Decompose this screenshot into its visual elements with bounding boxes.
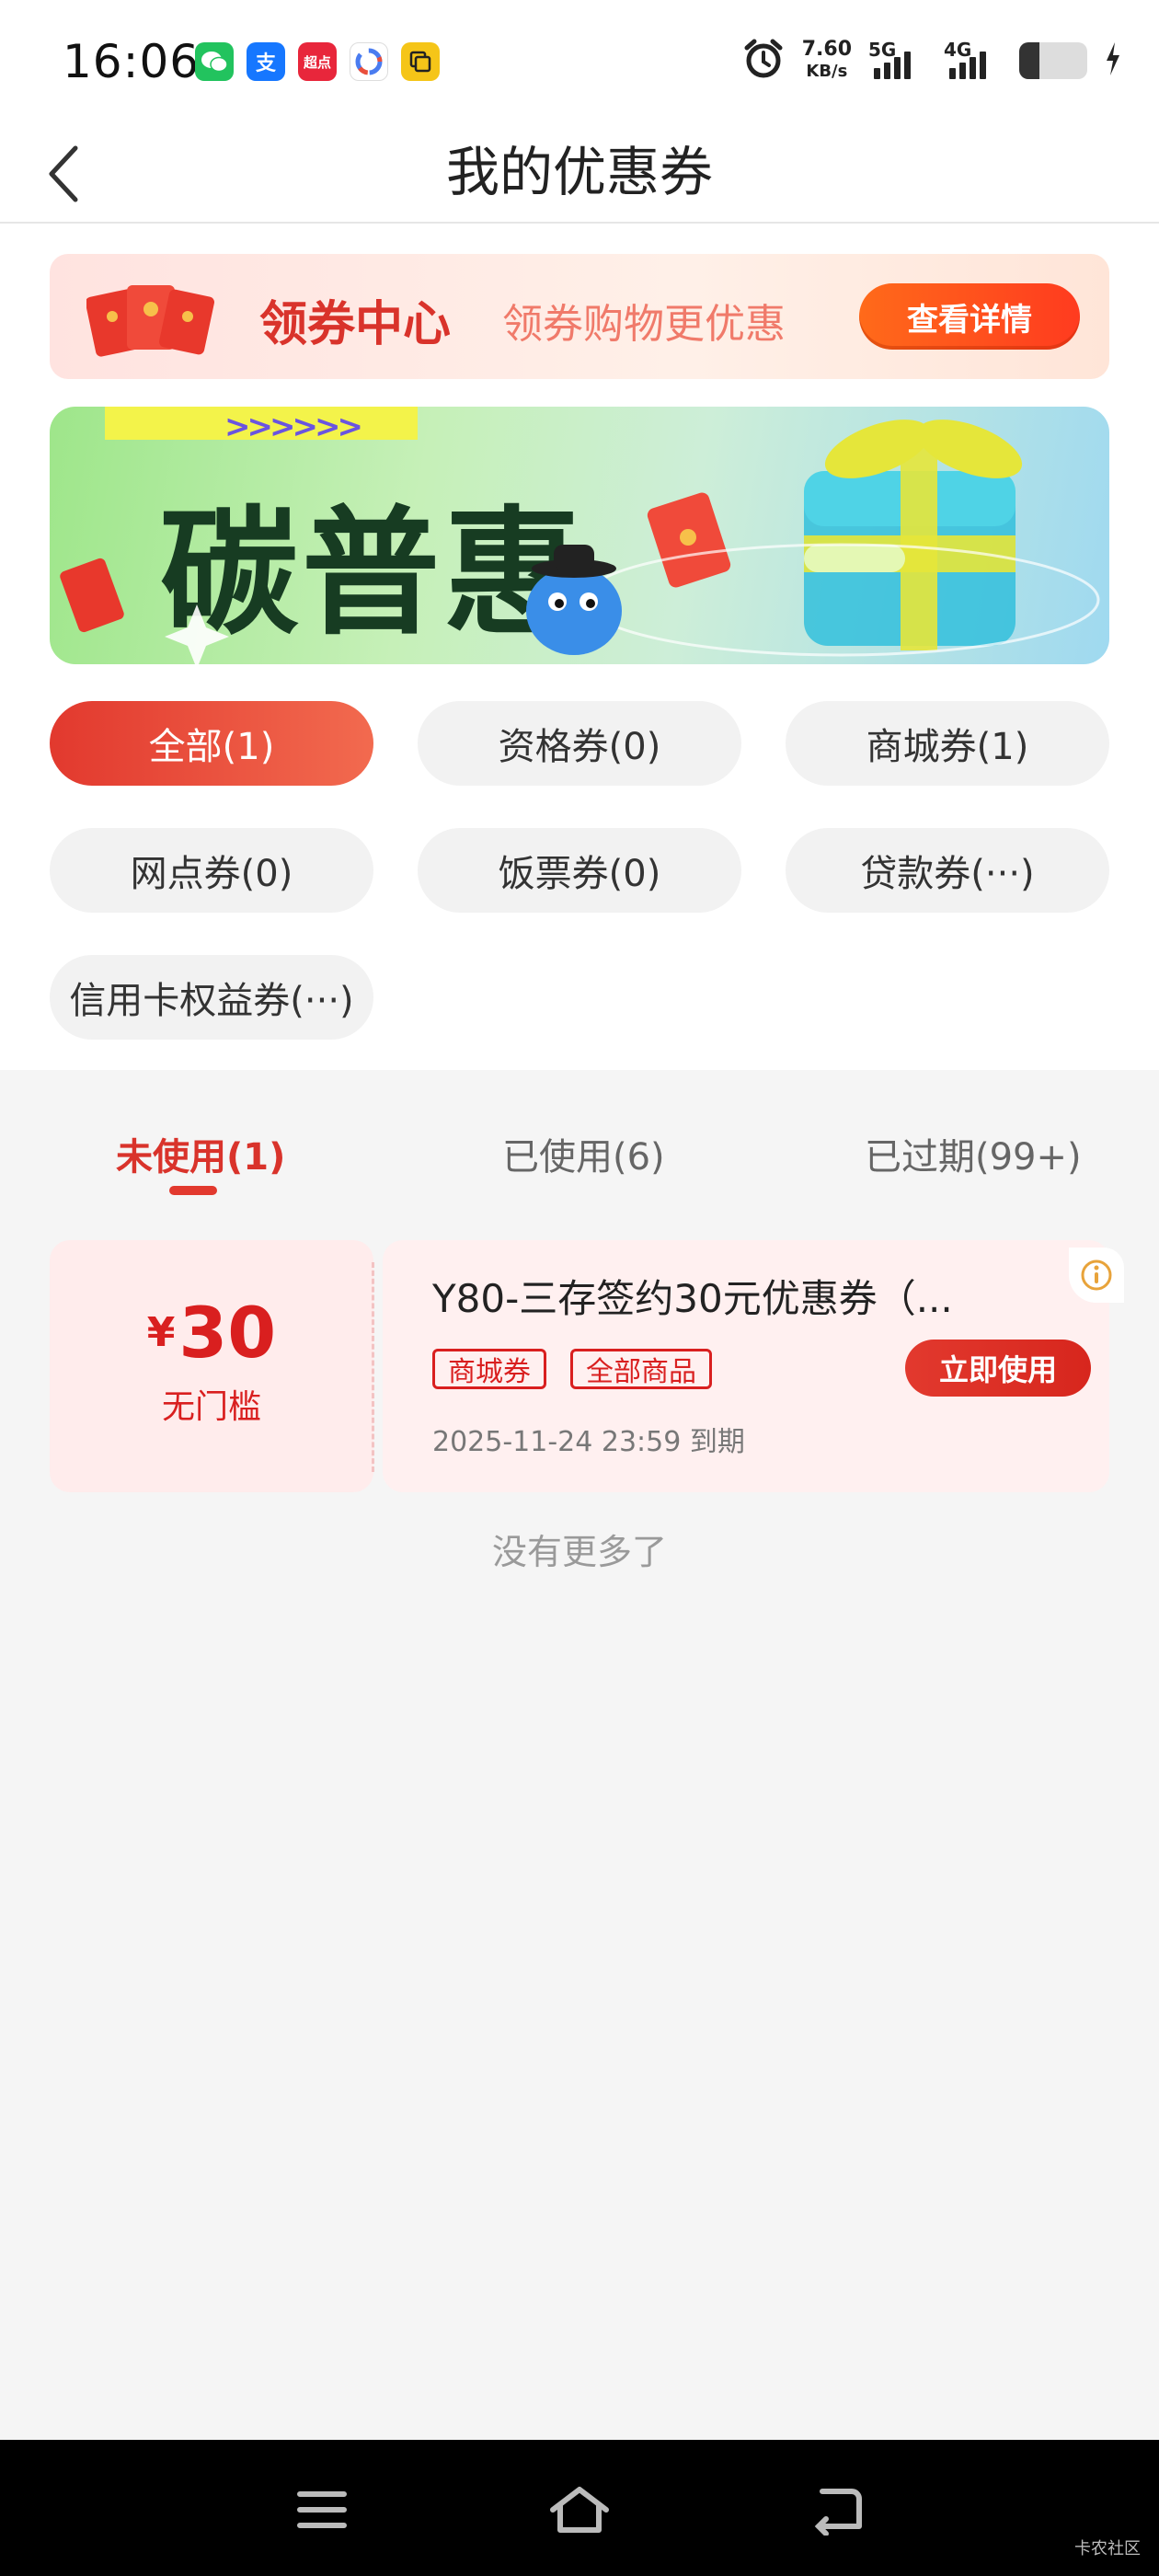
info-icon[interactable] [1069, 1248, 1124, 1303]
coupon-tag-mall: 商城券 [432, 1349, 546, 1389]
promo-banner[interactable]: >>>>>> 碳普惠 [50, 407, 1109, 664]
charging-icon [1104, 40, 1122, 81]
red-envelope-icon [85, 272, 215, 364]
coupon-center-subtitle: 领券购物更优惠 [502, 301, 786, 348]
coupon-amount: ¥30 [146, 1292, 277, 1374]
alarm-icon [741, 37, 786, 85]
signal-4g-icon: 4G [944, 39, 1003, 79]
back-nav-icon[interactable] [800, 2473, 874, 2547]
menu-icon[interactable] [285, 2473, 359, 2547]
status-time: 16:06 [63, 35, 201, 88]
filter-chip-mall[interactable]: 商城券(1) [786, 701, 1109, 786]
filter-chip-loan[interactable]: 贷款券(···) [786, 828, 1109, 913]
tab-unused[interactable]: 未使用(1) [116, 1127, 285, 1180]
promo-illustration [60, 420, 1100, 664]
notification-icons: 支 超点 [195, 42, 440, 81]
status-indicators: 7.60 KB/s 5G 4G [741, 37, 1122, 85]
app-icon [350, 42, 388, 81]
use-now-button[interactable]: 立即使用 [905, 1340, 1091, 1397]
coupon-expiry: 2025-11-24 23:59 到期 [432, 1426, 745, 1458]
status-bar: 16:06 支 超点 7.60 KB/s 5G 4G [0, 0, 1159, 124]
filter-chip-meal[interactable]: 饭票券(0) [418, 828, 741, 913]
filter-chip-credit-card[interactable]: 信用卡权益券(···) [50, 955, 373, 1040]
network-speed: 7.60 KB/s [801, 38, 852, 82]
filter-chip-branch[interactable]: 网点券(0) [50, 828, 373, 913]
filter-chip-all[interactable]: 全部(1) [50, 701, 373, 786]
wechat-icon [195, 42, 234, 81]
nav-bar: 我的优惠券 [0, 124, 1159, 224]
coupon-card[interactable]: ¥30 无门槛 Y80-三存签约30元优惠券（... 商城券 全部商品 立即使用… [50, 1240, 1124, 1492]
list-end-text: 没有更多了 [491, 1532, 667, 1572]
tab-expired[interactable]: 已过期(99+) [865, 1127, 1082, 1180]
page-title: 我的优惠券 [445, 141, 713, 203]
home-icon[interactable] [543, 2473, 616, 2547]
active-tab-indicator [169, 1186, 217, 1195]
view-details-button[interactable]: 查看详情 [859, 283, 1080, 350]
watermark: 卡农社区 [1074, 2539, 1141, 2559]
chaodian-icon: 超点 [298, 42, 337, 81]
battery-icon [1019, 42, 1087, 79]
coupon-tag-all-goods: 全部商品 [570, 1349, 712, 1389]
coupon-center-title: 领券中心 [259, 297, 452, 352]
signal-5g-icon: 5G [868, 39, 927, 79]
alipay-icon: 支 [247, 42, 285, 81]
status-tabs: 未使用(1) 已使用(6) 已过期(99+) [0, 1070, 1159, 1236]
system-nav-bar: 卡农社区 [0, 2440, 1159, 2576]
filter-chip-qualification[interactable]: 资格券(0) [418, 701, 741, 786]
coupon-title: Y80-三存签约30元优惠券（... [432, 1276, 953, 1321]
coupon-threshold: 无门槛 [161, 1388, 261, 1426]
copy-icon [401, 42, 440, 81]
tab-used[interactable]: 已使用(6) [502, 1127, 665, 1180]
coupon-center-banner[interactable]: 领券中心 领券购物更优惠 查看详情 [50, 254, 1109, 379]
